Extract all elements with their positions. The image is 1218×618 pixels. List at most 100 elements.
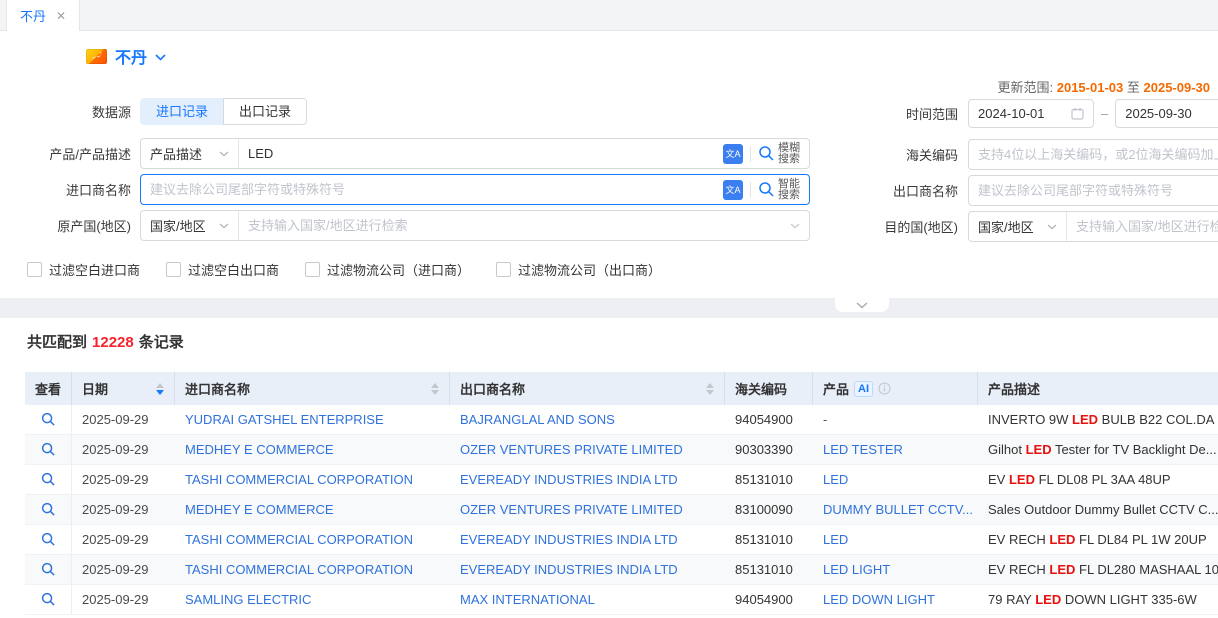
header-view: 查看 <box>25 372 72 405</box>
view-record-button[interactable] <box>25 405 72 435</box>
view-record-button[interactable] <box>25 525 72 555</box>
date-end-input[interactable]: 2025-09-30 <box>1115 99 1218 128</box>
row-description: Sales Outdoor Dummy Bullet CCTV C... <box>978 495 1218 525</box>
product-label: 产品/产品描述 <box>0 144 140 163</box>
update-range-label: 更新范围: <box>997 80 1053 95</box>
fuzzy-search-button[interactable]: 模糊搜索 <box>758 143 800 165</box>
row-exporter-link[interactable]: BAJRANGLAL AND SONS <box>450 405 725 435</box>
checkbox-filter-logistics-exporter[interactable]: 过滤物流公司（出口商） <box>496 260 661 279</box>
header-importer[interactable]: 进口商名称 <box>175 372 450 405</box>
hs-code-label: 海关编码 <box>872 145 968 164</box>
checkbox-icon <box>496 262 511 277</box>
magnifier-icon <box>41 502 56 517</box>
view-record-button[interactable] <box>25 465 72 495</box>
magnifier-icon <box>41 412 56 427</box>
info-icon[interactable] <box>878 382 891 395</box>
smart-search-button[interactable]: 智能搜索 <box>758 179 800 201</box>
exporter-row: 出口商名称 <box>872 175 1218 206</box>
exporter-input[interactable] <box>969 176 1218 205</box>
row-product-link[interactable]: - <box>813 405 978 435</box>
table-row: 2025-09-29 TASHI COMMERCIAL CORPORATION … <box>25 465 1218 495</box>
table-row: 2025-09-29 MEDHEY E COMMERCE OZER VENTUR… <box>25 435 1218 465</box>
checkbox-filter-blank-exporter[interactable]: 过滤空白出口商 <box>166 260 279 279</box>
origin-type-select[interactable]: 国家/地区 <box>141 211 239 240</box>
importer-input[interactable] <box>141 175 714 204</box>
view-record-button[interactable] <box>25 585 72 615</box>
date-range-separator: – <box>1101 106 1108 121</box>
checkbox-icon <box>27 262 42 277</box>
checkbox-icon <box>166 262 181 277</box>
table-row: 2025-09-29 TASHI COMMERCIAL CORPORATION … <box>25 525 1218 555</box>
translate-icon[interactable]: 文A <box>723 180 743 200</box>
tab-title: 不丹 <box>20 6 46 25</box>
sort-date[interactable] <box>150 383 164 395</box>
row-hs-code: 83100090 <box>725 495 813 525</box>
row-exporter-link[interactable]: MAX INTERNATIONAL <box>450 585 725 615</box>
close-icon[interactable]: ✕ <box>56 9 66 23</box>
chevron-down-icon[interactable] <box>155 54 166 61</box>
origin-country-input[interactable] <box>239 211 781 240</box>
row-hs-code: 94054900 <box>725 585 813 615</box>
trade-data-app: 不丹 ✕ 不丹 更新范围: 2015-01-03 至 2025-09-30 数据… <box>0 0 1218 618</box>
exporter-group <box>968 175 1218 206</box>
filter-panel: 不丹 更新范围: 2015-01-03 至 2025-09-30 数据源 进口记… <box>0 31 1218 298</box>
divider <box>750 182 751 198</box>
checkbox-filter-logistics-importer[interactable]: 过滤物流公司（进口商） <box>305 260 470 279</box>
product-type-select[interactable]: 产品描述 <box>141 139 239 168</box>
header-date[interactable]: 日期 <box>72 372 175 405</box>
origin-label: 原产国(地区) <box>0 216 140 235</box>
row-product-link[interactable]: LED <box>813 465 978 495</box>
row-hs-code: 85131010 <box>725 465 813 495</box>
row-exporter-link[interactable]: EVEREADY INDUSTRIES INDIA LTD <box>450 465 725 495</box>
row-importer-link[interactable]: TASHI COMMERCIAL CORPORATION <box>175 465 450 495</box>
tab-import-records[interactable]: 进口记录 <box>140 98 223 125</box>
product-input-actions: 文A 模糊搜索 <box>714 143 809 165</box>
destination-country-input[interactable] <box>1067 212 1218 241</box>
header-exporter[interactable]: 出口商名称 <box>450 372 725 405</box>
row-importer-link[interactable]: TASHI COMMERCIAL CORPORATION <box>175 525 450 555</box>
country-header[interactable]: 不丹 <box>86 44 166 68</box>
sort-exporter[interactable] <box>700 383 714 395</box>
date-start-input[interactable]: 2024-10-01 <box>968 99 1094 128</box>
row-description: EV RECH LED FL DL280 MASHAAL 10... <box>978 555 1218 585</box>
row-product-link[interactable]: LED <box>813 525 978 555</box>
fuzzy-search-label: 模糊搜索 <box>778 143 800 165</box>
chevron-down-icon <box>219 223 229 229</box>
calendar-icon <box>1071 107 1084 120</box>
row-exporter-link[interactable]: OZER VENTURES PRIVATE LIMITED <box>450 435 725 465</box>
translate-icon[interactable]: 文A <box>723 144 743 164</box>
search-icon <box>758 145 775 162</box>
collapse-panel-button[interactable] <box>835 298 889 312</box>
view-record-button[interactable] <box>25 555 72 585</box>
table-row: 2025-09-29 SAMLING ELECTRIC MAX INTERNAT… <box>25 585 1218 615</box>
row-importer-link[interactable]: TASHI COMMERCIAL CORPORATION <box>175 555 450 585</box>
row-importer-link[interactable]: MEDHEY E COMMERCE <box>175 495 450 525</box>
sort-importer[interactable] <box>425 383 439 395</box>
row-date: 2025-09-29 <box>72 465 175 495</box>
row-exporter-link[interactable]: EVEREADY INDUSTRIES INDIA LTD <box>450 525 725 555</box>
row-date: 2025-09-29 <box>72 555 175 585</box>
destination-type-select[interactable]: 国家/地区 <box>969 212 1067 241</box>
row-exporter-link[interactable]: OZER VENTURES PRIVATE LIMITED <box>450 495 725 525</box>
row-importer-link[interactable]: MEDHEY E COMMERCE <box>175 435 450 465</box>
row-product-link[interactable]: LED TESTER <box>813 435 978 465</box>
chevron-down-icon[interactable] <box>790 223 800 229</box>
view-record-button[interactable] <box>25 435 72 465</box>
table-body: 2025-09-29 YUDRAI GATSHEL ENTERPRISE BAJ… <box>25 405 1218 615</box>
row-importer-link[interactable]: YUDRAI GATSHEL ENTERPRISE <box>175 405 450 435</box>
product-search-input[interactable] <box>239 139 714 168</box>
row-product-link[interactable]: LED LIGHT <box>813 555 978 585</box>
view-record-button[interactable] <box>25 495 72 525</box>
hs-code-input[interactable] <box>969 140 1218 169</box>
header-description: 产品描述 <box>978 372 1218 405</box>
row-importer-link[interactable]: SAMLING ELECTRIC <box>175 585 450 615</box>
row-exporter-link[interactable]: EVEREADY INDUSTRIES INDIA LTD <box>450 555 725 585</box>
destination-type-value: 国家/地区 <box>978 217 1034 236</box>
time-range-label: 时间范围 <box>872 104 968 123</box>
chevron-down-icon <box>1047 224 1057 230</box>
row-product-link[interactable]: DUMMY BULLET CCTV... <box>813 495 978 525</box>
tab-export-records[interactable]: 出口记录 <box>223 98 307 125</box>
row-product-link[interactable]: LED DOWN LIGHT <box>813 585 978 615</box>
tab-bhutan[interactable]: 不丹 ✕ <box>6 0 80 31</box>
checkbox-filter-blank-importer[interactable]: 过滤空白进口商 <box>27 260 140 279</box>
